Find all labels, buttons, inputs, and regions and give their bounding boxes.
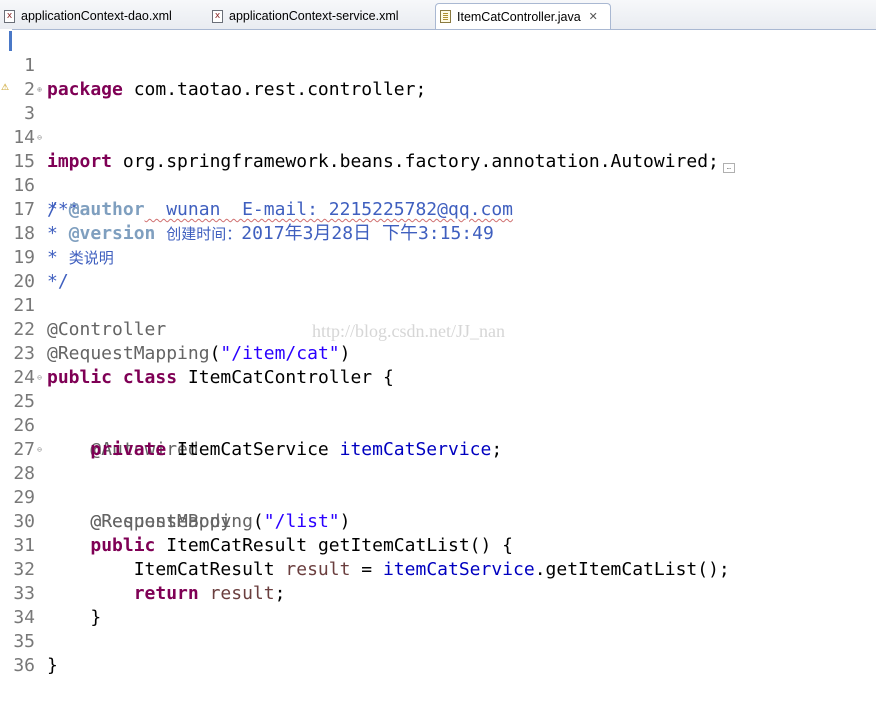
- package-name: com.taotao.rest.controller;: [122, 79, 427, 100]
- string-literal: "/item/cat": [220, 343, 340, 364]
- keyword-import: import: [47, 151, 113, 172]
- collapse-fold-icon[interactable]: ⊖: [35, 133, 44, 142]
- javadoc-version-tag: @version: [68, 223, 156, 244]
- import-statement: org.springframework.beans.factory.annota…: [112, 151, 719, 172]
- code-line: 22 @RequestMapping("/item/cat"): [12, 294, 350, 364]
- code-line: 21 @Controller: [12, 270, 166, 340]
- code-line: 25 ⊖ @Autowired: [12, 366, 198, 460]
- code-line: 24: [12, 342, 55, 388]
- tab-label: applicationContext-dao.xml: [21, 9, 172, 23]
- code-line: 3 ⊕ import org.springframework.beans.fac…: [12, 78, 735, 173]
- close-icon[interactable]: ✕: [589, 10, 598, 23]
- java-file-icon: [440, 10, 451, 23]
- code-line: 19 */: [12, 222, 68, 292]
- method-call: .getItemCatList();: [534, 559, 730, 580]
- annotation-controller: @Controller: [47, 319, 167, 340]
- keyword-package: package: [47, 79, 123, 100]
- code-line: 35 }: [12, 606, 58, 676]
- tab-label: ItemCatController.java: [457, 9, 581, 24]
- watermark: http://blog.csdn.net/JJ_nan: [312, 321, 505, 341]
- code-line: 32 return result;: [12, 534, 285, 604]
- code-line: 17 * @version 创建时间：2017年3月28日 下午3:15:49: [12, 174, 494, 244]
- code-line: 33 }: [12, 558, 101, 628]
- semicolon: ;: [274, 583, 286, 604]
- code-line: 14: [12, 102, 55, 148]
- code-line: 28 ⊖ @RequestMapping("/list"): [12, 438, 350, 532]
- javadoc-author-text: wunan E-mail: 2215225782@qq.com: [144, 199, 514, 220]
- code-line: 31 ItemCatResult result = itemCatService…: [12, 510, 729, 580]
- collapse-fold-icon[interactable]: ⊖: [35, 373, 44, 382]
- code-line: 27: [12, 414, 55, 460]
- tab-applicationcontext-dao[interactable]: x applicationContext-dao.xml: [0, 3, 205, 29]
- tab-label: applicationContext-service.xml: [229, 9, 399, 23]
- code-line: 36: [12, 630, 55, 676]
- expand-fold-icon[interactable]: ⊕: [35, 85, 44, 94]
- paren-close: ): [339, 343, 351, 364]
- line-number: 36: [13, 655, 35, 676]
- code-line: 34: [12, 582, 55, 628]
- editor-tab-bar: x applicationContext-dao.xml x applicati…: [0, 0, 876, 30]
- javadoc-version-text: 2017年3月28日 下午3:15:49: [241, 223, 494, 244]
- code-line: 16 * @author wunan E-mail: 2215225782@qq…: [12, 150, 513, 220]
- keyword-public: public: [90, 535, 156, 556]
- local-variable: result: [209, 583, 275, 604]
- code-line: 26 private ItemCatService itemCatService…: [12, 390, 502, 460]
- code-line: 20: [12, 246, 55, 292]
- annotation-responsebody: @ResponseBody: [90, 511, 232, 532]
- code-line: 15 ⊖ /**: [12, 126, 79, 220]
- javadoc-version-label: 创建时间：: [166, 225, 242, 243]
- editor-annotation-ruler[interactable]: [0, 29, 12, 645]
- tab-itemcatcontroller-java[interactable]: ItemCatController.java ✕: [435, 3, 611, 29]
- field-name: itemCatService: [382, 559, 535, 580]
- code-line: 2: [12, 54, 55, 100]
- type-name: ItemCatResult: [133, 559, 286, 580]
- warning-icon[interactable]: ⚠: [1, 82, 10, 94]
- class-declaration: ItemCatController {: [177, 367, 394, 388]
- javadoc-author-tag: @author: [68, 199, 145, 220]
- keyword-return: return: [133, 583, 199, 604]
- assign-operator: =: [350, 559, 383, 580]
- xml-file-icon: x: [4, 9, 15, 23]
- string-literal: "/list": [263, 511, 340, 532]
- keyword-public: public: [47, 367, 113, 388]
- tab-applicationcontext-service[interactable]: x applicationContext-service.xml: [208, 3, 432, 29]
- code-line: 18 * 类说明: [12, 198, 113, 268]
- field-name: itemCatService: [339, 439, 492, 460]
- code-line: 23 public class ItemCatController {: [12, 318, 394, 388]
- xml-file-icon: x: [212, 9, 223, 23]
- code-line: 30 public ItemCatResult getItemCatList()…: [12, 486, 513, 556]
- keyword-class: class: [122, 367, 178, 388]
- semicolon: ;: [491, 439, 503, 460]
- annotation-requestmapping: @RequestMapping: [47, 343, 210, 364]
- collapsed-imports-icon[interactable]: …: [722, 163, 735, 173]
- code-line: 1 package com.taotao.rest.controller;: [12, 30, 426, 100]
- method-declaration: ItemCatResult getItemCatList() {: [155, 535, 514, 556]
- paren-open: (: [209, 343, 221, 364]
- local-variable: result: [285, 559, 351, 580]
- javadoc-description: 类说明: [68, 249, 114, 267]
- paren-open: (: [252, 511, 264, 532]
- code-editor[interactable]: 1 package com.taotao.rest.controller; 2 …: [12, 30, 735, 676]
- code-line: 29 @ResponseBody: [12, 462, 231, 532]
- paren-close: ): [339, 511, 351, 532]
- keyword-private: private: [90, 439, 167, 460]
- collapse-fold-icon[interactable]: ⊖: [35, 445, 44, 454]
- type-name: ItemCatService: [166, 439, 340, 460]
